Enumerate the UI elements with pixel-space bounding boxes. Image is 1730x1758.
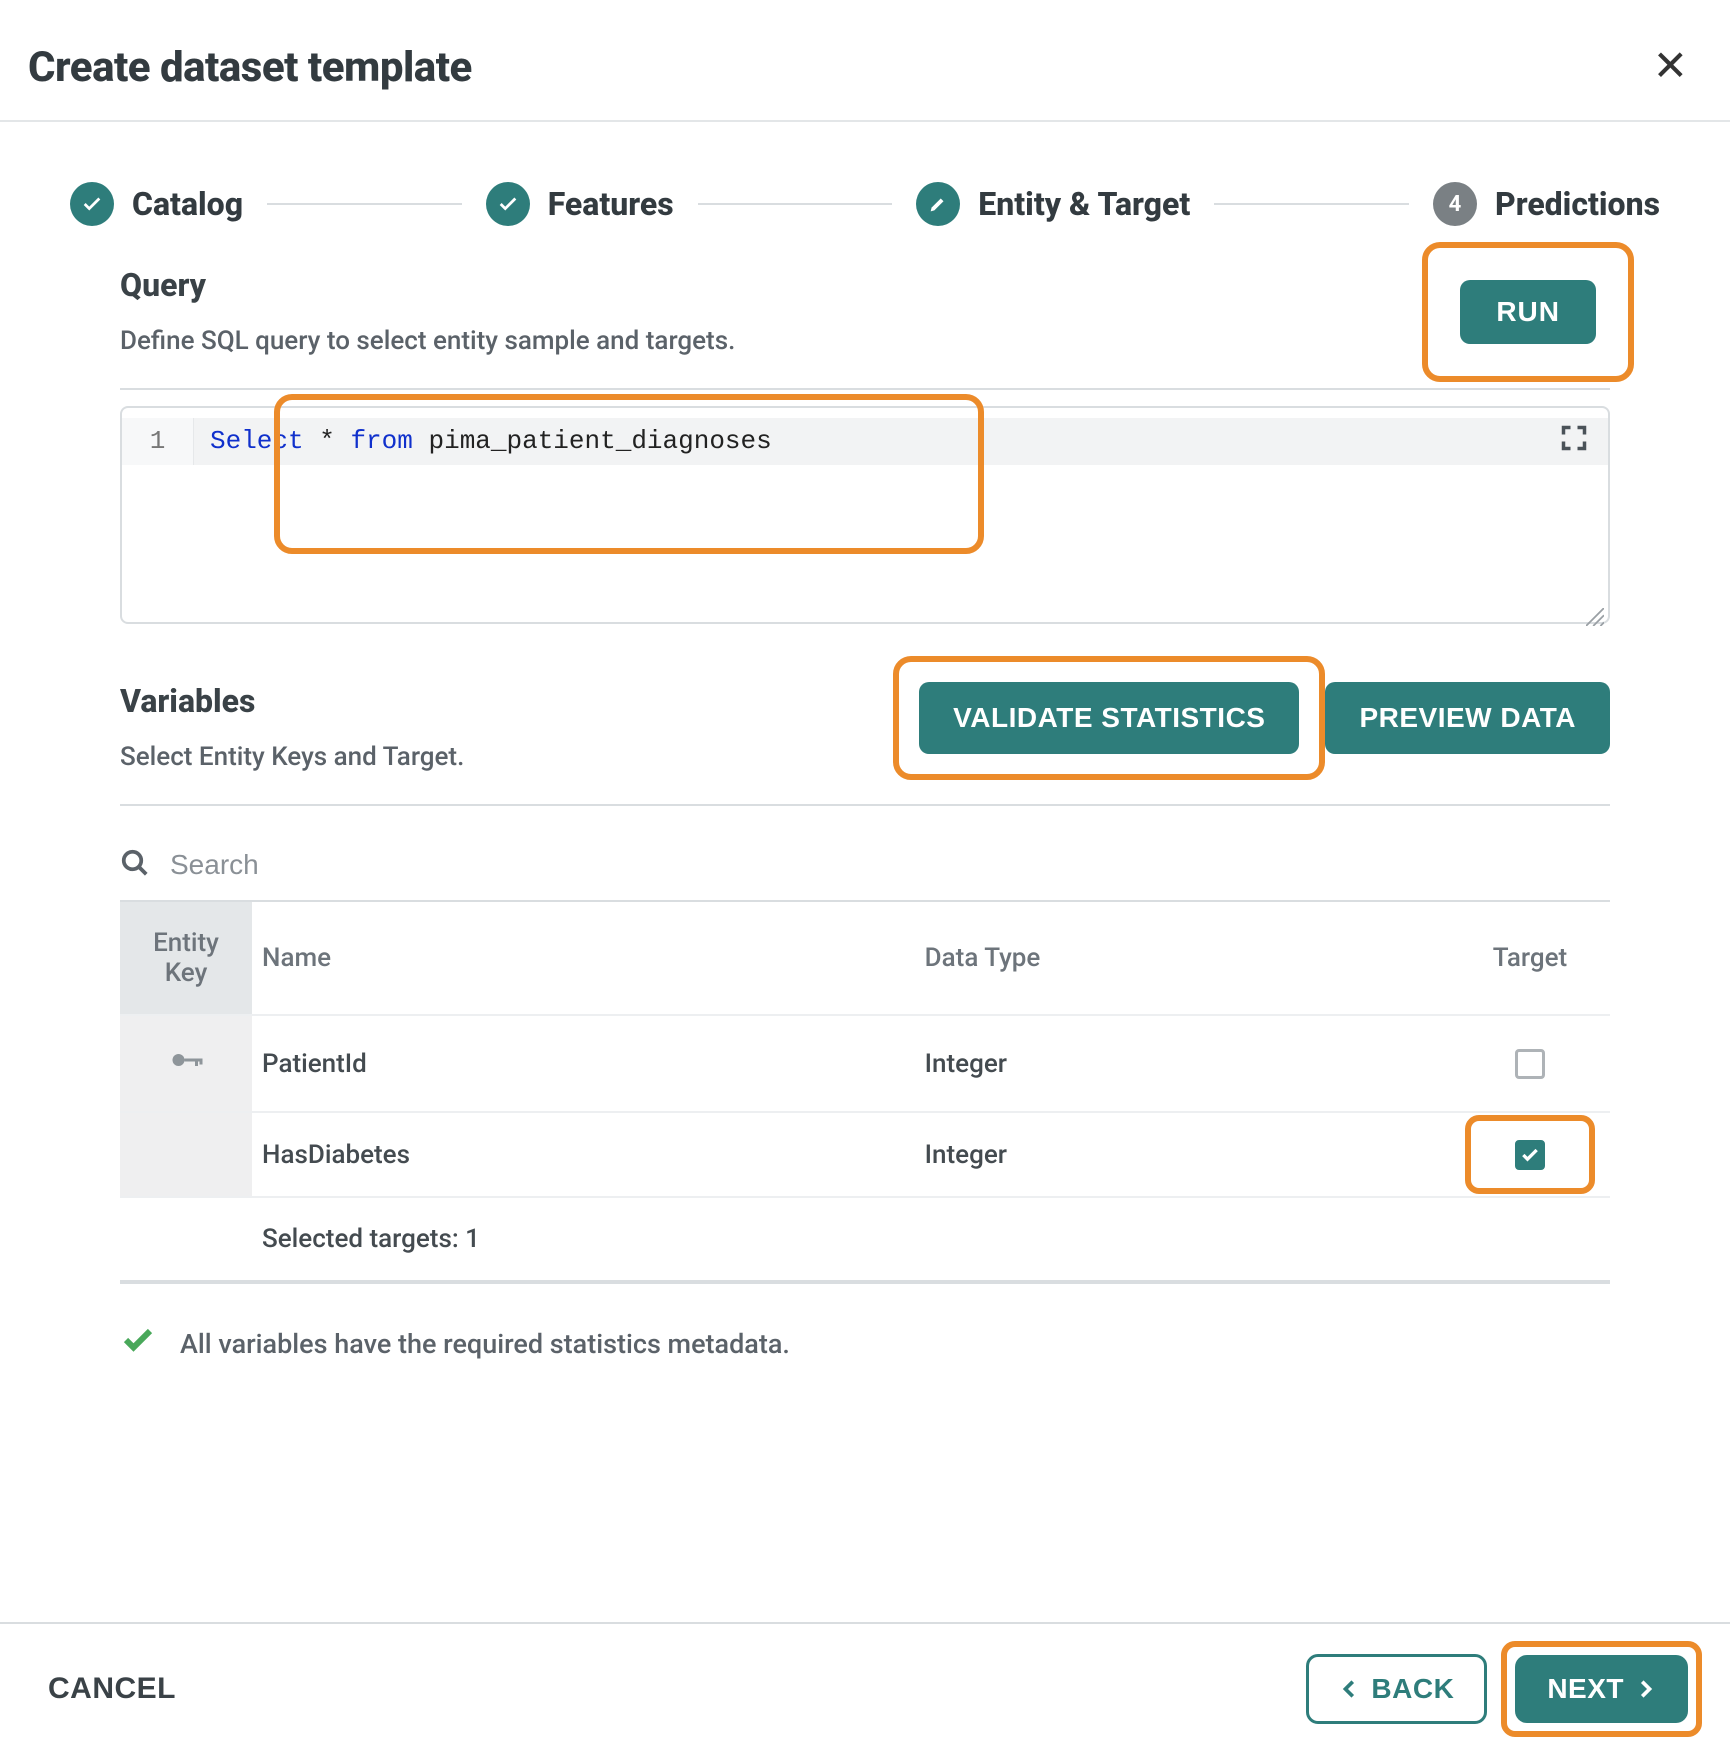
step-connector [267, 203, 462, 205]
step-label: Features [548, 185, 674, 223]
cell-target[interactable] [1450, 1112, 1610, 1197]
sql-table: pima_patient_diagnoses [428, 426, 771, 456]
step-number-icon: 4 [1433, 182, 1477, 226]
step-connector [698, 203, 893, 205]
modal-title: Create dataset template [28, 43, 472, 92]
close-button[interactable]: ✕ [1639, 38, 1702, 96]
validate-statistics-button[interactable]: VALIDATE STATISTICS [919, 682, 1299, 754]
line-number: 1 [122, 418, 194, 465]
variables-table: Entity Key Name Data Type Target Patient… [120, 900, 1610, 1282]
chevron-right-icon [1634, 1678, 1656, 1700]
col-name: Name [252, 901, 915, 1015]
key-icon [168, 1055, 204, 1085]
step-label: Entity & Target [978, 185, 1190, 223]
col-entity-key: Entity Key [120, 901, 252, 1015]
search-row [120, 840, 1610, 900]
selected-targets-label: Selected targets: 1 [252, 1197, 1610, 1281]
sql-keyword-from: from [350, 426, 412, 456]
divider [120, 804, 1610, 806]
back-button[interactable]: BACK [1306, 1654, 1487, 1724]
step-label: Catalog [132, 185, 243, 223]
check-icon [70, 182, 114, 226]
entity-key-cell[interactable] [120, 1112, 252, 1197]
next-button[interactable]: NEXT [1515, 1655, 1688, 1723]
step-connector [1214, 203, 1409, 205]
cancel-button[interactable]: CANCEL [42, 1671, 182, 1707]
cell-name: PatientId [252, 1015, 915, 1112]
checkbox-unchecked-icon[interactable] [1515, 1049, 1545, 1079]
table-row: PatientId Integer [120, 1015, 1610, 1112]
entity-key-cell [120, 1197, 252, 1281]
divider [120, 388, 1610, 390]
table-row: Selected targets: 1 [120, 1197, 1610, 1281]
next-label: NEXT [1547, 1673, 1624, 1705]
check-icon [486, 182, 530, 226]
divider [120, 1282, 1610, 1284]
preview-data-button[interactable]: PREVIEW DATA [1325, 682, 1610, 754]
variables-heading: Variables [120, 682, 464, 720]
col-target: Target [1450, 901, 1610, 1015]
check-icon [120, 1322, 156, 1365]
sql-star: * [319, 426, 335, 456]
cell-name: HasDiabetes [252, 1112, 915, 1197]
query-heading: Query [120, 266, 735, 304]
resize-handle-icon[interactable] [1586, 600, 1604, 618]
status-text: All variables have the required statisti… [180, 1328, 790, 1360]
search-icon [120, 848, 150, 882]
sql-code[interactable]: Select * from pima_patient_diagnoses [194, 418, 1608, 465]
sql-editor[interactable]: 1 Select * from pima_patient_diagnoses [120, 406, 1610, 624]
back-label: BACK [1371, 1673, 1454, 1705]
step-label: Predictions [1495, 185, 1660, 223]
step-predictions[interactable]: 4 Predictions [1433, 182, 1660, 226]
query-subheading: Define SQL query to select entity sample… [120, 326, 735, 356]
cell-target[interactable] [1450, 1015, 1610, 1112]
chevron-left-icon [1339, 1678, 1361, 1700]
step-catalog[interactable]: Catalog [70, 182, 243, 226]
variables-subheading: Select Entity Keys and Target. [120, 742, 464, 772]
cell-data-type: Integer [915, 1112, 1450, 1197]
col-data-type: Data Type [915, 901, 1450, 1015]
entity-key-cell[interactable] [120, 1015, 252, 1112]
footer: CANCEL BACK NEXT [0, 1622, 1730, 1758]
checkbox-checked-icon[interactable] [1515, 1140, 1545, 1170]
sql-keyword-select: Select [210, 426, 304, 456]
step-entity-target[interactable]: Entity & Target [916, 182, 1190, 226]
run-button[interactable]: RUN [1460, 280, 1596, 344]
status-ok-row: All variables have the required statisti… [120, 1322, 1610, 1365]
fullscreen-icon[interactable] [1560, 424, 1588, 452]
step-features[interactable]: Features [486, 182, 674, 226]
table-row: HasDiabetes Integer [120, 1112, 1610, 1197]
search-input[interactable] [168, 848, 1610, 882]
edit-icon [916, 182, 960, 226]
cell-data-type: Integer [915, 1015, 1450, 1112]
stepper: Catalog Features Entity & Target 4 Predi… [0, 122, 1730, 266]
close-icon: ✕ [1653, 42, 1688, 91]
